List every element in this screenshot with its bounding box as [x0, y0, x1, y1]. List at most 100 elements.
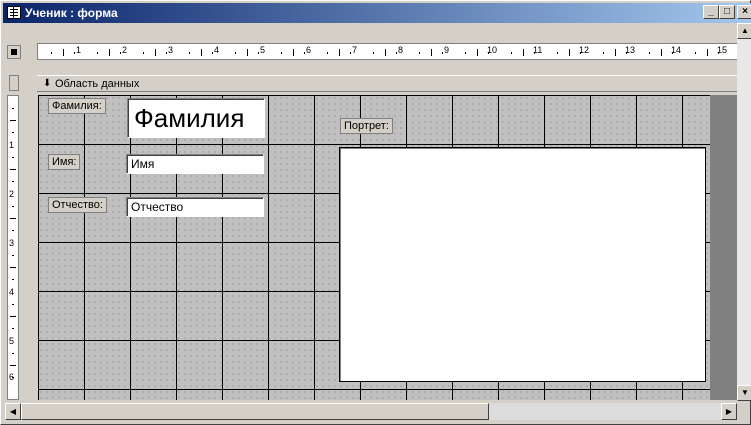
ruler-mark	[12, 328, 14, 329]
ruler-mark	[615, 49, 616, 56]
ruler-mark	[672, 52, 673, 54]
ruler-mark	[304, 52, 305, 54]
ruler-mark	[12, 377, 14, 378]
ruler-mark	[12, 279, 14, 280]
ruler-mark	[523, 49, 524, 56]
ruler-label: 5	[260, 45, 266, 55]
title-bar[interactable]: Ученик : форма _ □ ×	[3, 3, 751, 23]
vruler-label: 3	[9, 238, 15, 248]
ruler-label: 9	[444, 45, 450, 55]
vruler-label: 5	[9, 336, 15, 346]
detail-section-header[interactable]: ⬇ Область данных	[37, 75, 749, 92]
window-title: Ученик : форма	[25, 6, 118, 20]
ruler-mark	[511, 52, 512, 54]
ruler-mark	[12, 206, 14, 207]
ruler-mark	[534, 52, 535, 54]
minimize-button[interactable]: _	[703, 5, 719, 19]
ruler-mark	[74, 52, 75, 54]
patronymic-textbox[interactable]: Отчество	[126, 197, 264, 217]
portrait-image-frame[interactable]	[339, 147, 706, 382]
name-label[interactable]: Имя:	[48, 154, 81, 170]
ruler-mark	[258, 52, 259, 54]
vertical-ruler[interactable]: 1 2 3 4 5 6	[7, 95, 19, 400]
ruler-mark	[707, 49, 708, 56]
ruler-mark	[97, 52, 98, 54]
patronymic-label[interactable]: Отчество:	[48, 197, 107, 213]
ruler-label: 4	[214, 45, 220, 55]
surname-label[interactable]: Фамилия:	[48, 98, 106, 114]
scroll-up-button[interactable]: ▲	[737, 23, 751, 39]
ruler-mark	[281, 52, 282, 54]
ruler-mark	[235, 52, 236, 54]
ruler-mark	[442, 52, 443, 54]
ruler-mark	[477, 49, 478, 56]
ruler-mark	[166, 52, 167, 54]
ruler-mark	[51, 52, 52, 54]
ruler-mark	[10, 218, 16, 219]
design-canvas[interactable]: Фамилия: Фамилия Имя: Имя Отчество: Отче…	[38, 95, 750, 400]
vertical-scrollbar[interactable]: ▲ ▼	[737, 23, 751, 401]
portrait-label[interactable]: Портрет:	[340, 118, 393, 134]
ruler-mark	[109, 49, 110, 56]
ruler-mark	[189, 52, 190, 54]
ruler-mark	[580, 52, 581, 54]
scroll-thumb[interactable]	[21, 403, 489, 420]
form-selector[interactable]	[7, 45, 21, 59]
ruler-mark	[143, 52, 144, 54]
ruler-mark	[10, 316, 16, 317]
horizontal-scrollbar[interactable]: ◀ ▶	[5, 403, 737, 420]
ruler-mark	[12, 108, 14, 109]
surname-textbox[interactable]: Фамилия	[127, 98, 265, 138]
scroll-right-button[interactable]: ▶	[721, 403, 737, 420]
ruler-mark	[12, 157, 14, 158]
section-selector[interactable]	[9, 75, 19, 91]
ruler-label: 1	[76, 45, 82, 55]
ruler-mark	[626, 52, 627, 54]
ruler-mark	[12, 255, 14, 256]
name-textbox[interactable]: Имя	[126, 154, 264, 174]
scroll-left-button[interactable]: ◀	[5, 403, 21, 420]
ruler-mark	[396, 52, 397, 54]
ruler-row: 1 2 3 4 5 6 7 8 9 10 11 12 13 14 15	[3, 43, 751, 61]
ruler-mark	[649, 52, 650, 54]
vruler-label: 2	[9, 189, 15, 199]
ruler-mark	[695, 52, 696, 54]
ruler-label: 6	[306, 45, 312, 55]
ruler-mark	[212, 52, 213, 54]
ruler-mark	[10, 169, 16, 170]
ruler-mark	[10, 365, 16, 366]
section-label: Область данных	[55, 78, 140, 90]
ruler-mark	[10, 267, 16, 268]
ruler-mark	[385, 49, 386, 56]
ruler-mark	[488, 52, 489, 54]
ruler-mark	[10, 120, 16, 121]
vruler-label: 1	[9, 140, 15, 150]
ruler-mark	[12, 132, 14, 133]
ruler-label: 2	[122, 45, 128, 55]
horizontal-ruler[interactable]: 1 2 3 4 5 6 7 8 9 10 11 12 13 14 15	[37, 43, 749, 60]
scroll-down-button[interactable]: ▼	[737, 385, 751, 401]
ruler-mark	[12, 353, 14, 354]
form-design-window: Ученик : форма _ □ × 1 2 3 4 5 6 7 8 9 1…	[0, 0, 751, 425]
form-icon[interactable]	[7, 6, 21, 19]
ruler-mark	[419, 52, 420, 54]
ruler-mark	[603, 52, 604, 54]
ruler-label: 8	[398, 45, 404, 55]
ruler-label: 7	[352, 45, 358, 55]
ruler-mark	[339, 49, 340, 56]
ruler-mark	[718, 52, 719, 54]
ruler-mark	[201, 49, 202, 56]
ruler-mark	[155, 49, 156, 56]
ruler-mark	[12, 230, 14, 231]
ruler-mark	[350, 52, 351, 54]
ruler-mark	[557, 52, 558, 54]
ruler-mark	[293, 49, 294, 56]
ruler-mark	[12, 181, 14, 182]
ruler-mark	[373, 52, 374, 54]
close-button[interactable]: ×	[737, 5, 751, 19]
down-arrow-icon: ⬇	[43, 78, 52, 89]
ruler-mark	[465, 52, 466, 54]
maximize-button[interactable]: □	[719, 5, 735, 19]
ruler-mark	[63, 49, 64, 56]
vruler-label: 4	[9, 287, 15, 297]
